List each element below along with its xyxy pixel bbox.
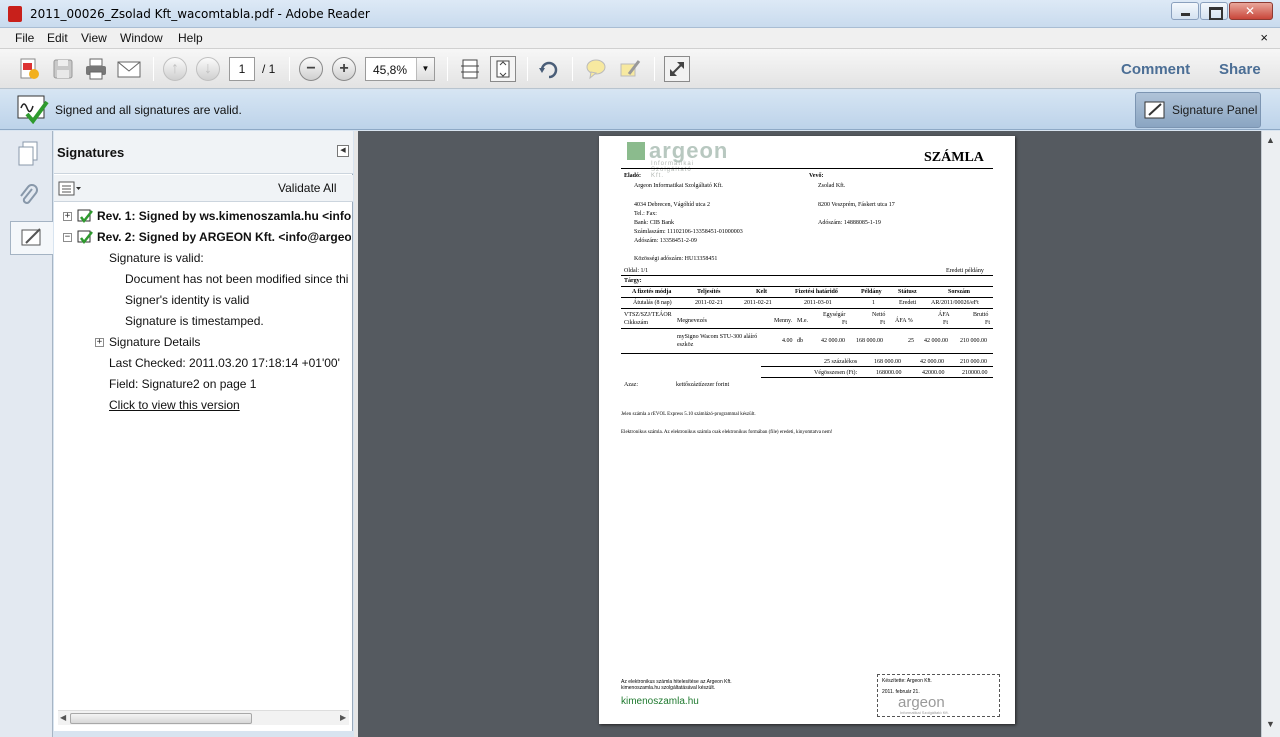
plus-icon: + (339, 60, 349, 77)
scroll-up-icon[interactable]: ▲ (1266, 135, 1275, 145)
horizontal-scrollbar[interactable]: ◀ ▶ (58, 710, 349, 725)
signature-panel-button[interactable]: Signature Panel (1135, 92, 1261, 128)
title-bar: 2011_00026_Zsolad Kft_wacomtabla.pdf - A… (0, 0, 1280, 28)
view-version-link[interactable]: Click to view this version (109, 398, 240, 412)
page-total: / 1 (262, 62, 276, 76)
maximize-button[interactable] (1200, 2, 1228, 20)
signature-rev2[interactable]: Rev. 2: Signed by ARGEON Kft. <info@arge… (97, 230, 351, 244)
zoom-value: 45,8% (373, 63, 408, 77)
attachments-icon[interactable] (11, 179, 45, 213)
expand-icon[interactable]: + (63, 212, 72, 221)
signature-valid-icon (77, 230, 93, 245)
pdf-page: argeon Informatikai Szolgáltató Kft. SZÁ… (599, 136, 1015, 724)
menu-view[interactable]: View (81, 31, 107, 45)
menu-edit[interactable]: Edit (47, 31, 68, 45)
signature-stamp: Készítette: Argeon Kft. 2011. február 21… (877, 674, 1000, 717)
toolbar: ↑ ↓ − + (0, 49, 1280, 89)
signatures-panel-title: Signatures (57, 145, 125, 160)
arrow-up-icon: ↑ (171, 60, 179, 77)
signature-details[interactable]: Signature Details (109, 335, 200, 349)
save-icon[interactable] (50, 56, 76, 82)
highlight-text-icon[interactable] (617, 56, 643, 82)
rotate-icon[interactable] (536, 56, 562, 82)
signature-rev1[interactable]: Rev. 1: Signed by ws.kimenoszamla.hu <in… (97, 209, 351, 223)
scrollbar-thumb[interactable] (70, 713, 252, 724)
next-page-button[interactable]: ↓ (196, 57, 220, 81)
page-thumbnails-icon[interactable] (11, 137, 45, 171)
menu-bar: File Edit View Window Help × (0, 28, 1280, 49)
collapse-icon[interactable]: − (63, 233, 72, 242)
comment-button[interactable]: Comment (1121, 61, 1190, 78)
field-text: Field: Signature2 on page 1 (109, 377, 257, 391)
options-menu-icon[interactable] (58, 181, 82, 197)
arrow-down-icon: ↓ (204, 60, 212, 77)
signature-status-message: Signed and all signatures are valid. (55, 103, 242, 117)
signature-message-bar: Signed and all signatures are valid. (0, 90, 1280, 130)
invoice-title: SZÁMLA (924, 150, 984, 165)
collapse-panel-icon[interactable]: ◀ (337, 145, 349, 157)
signature-panel-label: Signature Panel (1172, 103, 1258, 117)
menu-window[interactable]: Window (120, 31, 163, 45)
close-button[interactable] (1229, 2, 1273, 20)
expand-icon[interactable]: + (95, 338, 104, 347)
not-modified-text: Document has not been modified since thi (125, 272, 349, 286)
scroll-left-icon[interactable]: ◀ (60, 713, 66, 722)
vertical-scrollbar[interactable]: ▲ ▼ (1261, 131, 1280, 737)
page-number-input[interactable]: 1 (229, 57, 255, 81)
menu-help[interactable]: Help (178, 31, 203, 45)
full-screen-icon[interactable] (664, 56, 690, 82)
signature-valid-icon (77, 209, 93, 224)
chevron-down-icon[interactable]: ▼ (416, 58, 434, 80)
close-document-icon[interactable]: × (1260, 30, 1268, 45)
zoom-out-button[interactable]: − (299, 57, 323, 81)
signatures-nav-icon[interactable] (10, 221, 53, 255)
signature-valid-icon (17, 95, 49, 124)
scroll-down-icon[interactable]: ▼ (1266, 719, 1275, 729)
last-checked-text: Last Checked: 2011.03.20 17:18:14 +01'00… (109, 356, 340, 370)
signature-tree: + Rev. 1: Signed by ws.kimenoszamla.hu <… (54, 205, 351, 710)
fit-width-icon[interactable] (457, 56, 483, 82)
sticky-note-icon[interactable] (583, 56, 609, 82)
print-icon[interactable] (83, 56, 109, 82)
window-title: 2011_00026_Zsolad Kft_wacomtabla.pdf - A… (30, 7, 370, 21)
create-pdf-icon[interactable] (16, 56, 42, 82)
zoom-in-button[interactable]: + (332, 57, 356, 81)
share-button[interactable]: Share (1219, 61, 1261, 78)
identity-valid-text: Signer's identity is valid (125, 293, 250, 307)
fit-page-icon[interactable] (490, 56, 516, 82)
validate-all-button[interactable]: Validate All (278, 181, 336, 195)
previous-page-button[interactable]: ↑ (163, 57, 187, 81)
adobe-reader-icon (8, 6, 22, 22)
scroll-right-icon[interactable]: ▶ (340, 713, 346, 722)
menu-file[interactable]: File (15, 31, 34, 45)
minus-icon: − (306, 60, 316, 77)
zoom-select[interactable]: 45,8% ▼ (365, 57, 435, 81)
minimize-button[interactable] (1171, 2, 1199, 20)
signature-pen-icon (1144, 101, 1165, 119)
signature-valid-label: Signature is valid: (109, 251, 204, 265)
email-icon[interactable] (116, 56, 142, 82)
timestamped-text: Signature is timestamped. (125, 314, 264, 328)
kimenoszamla-logo: kimenoszamla.hu (621, 696, 699, 707)
signatures-panel: Signatures ◀ Validate All + Rev. 1: Sign… (54, 131, 353, 731)
navigation-pane (0, 131, 53, 737)
